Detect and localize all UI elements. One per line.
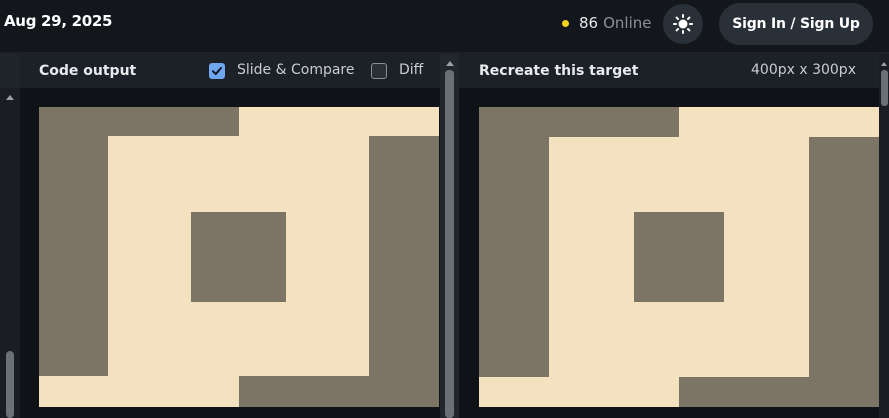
diff-label[interactable]: Diff	[399, 62, 423, 78]
scroll-up-arrow-icon[interactable]	[446, 61, 454, 66]
slide-compare-label[interactable]: Slide & Compare	[237, 62, 355, 78]
art-block	[634, 212, 724, 302]
scroll-up-arrow-icon[interactable]	[6, 95, 14, 100]
sun-icon	[673, 14, 693, 34]
date-label: Aug 29, 2025	[4, 12, 113, 30]
top-bar: Aug 29, 2025 86 Online Sign In / Sign Up	[0, 0, 889, 52]
panel-splitter[interactable]	[440, 54, 459, 418]
online-status: 86 Online	[562, 14, 651, 32]
output-artwork	[39, 107, 439, 407]
target-artwork	[479, 107, 879, 407]
sign-in-button[interactable]: Sign In / Sign Up	[719, 3, 873, 45]
art-block	[679, 377, 879, 407]
art-block	[809, 137, 879, 407]
code-output-canvas	[20, 88, 440, 418]
art-block	[39, 107, 108, 376]
art-block	[191, 212, 286, 302]
left-scroll-thumb[interactable]	[6, 351, 14, 418]
art-block	[369, 136, 439, 407]
target-title: Recreate this target	[479, 63, 639, 79]
status-dot-icon	[562, 19, 569, 27]
online-count: 86	[579, 14, 599, 32]
target-header: Recreate this target 400px x 300px	[459, 54, 889, 88]
target-dimensions: 400px x 300px	[751, 62, 856, 78]
art-block	[239, 376, 439, 407]
code-output-title: Code output	[39, 63, 137, 79]
splitter-scroll-thumb[interactable]	[445, 70, 454, 418]
scroll-up-arrow-icon[interactable]	[881, 62, 887, 66]
target-canvas	[459, 88, 879, 418]
right-scroll-thumb[interactable]	[881, 70, 888, 106]
art-block	[479, 107, 549, 377]
code-output-header: Code output Slide & Compare Diff	[20, 54, 440, 88]
left-scrollbar[interactable]	[0, 54, 20, 418]
theme-toggle-button[interactable]	[663, 4, 703, 44]
diff-checkbox[interactable]	[371, 63, 387, 79]
left-rail-header	[0, 54, 20, 88]
check-icon	[212, 67, 222, 75]
slide-compare-checkbox[interactable]	[209, 63, 225, 79]
right-scrollbar[interactable]	[879, 54, 889, 418]
online-label: Online	[603, 14, 652, 32]
